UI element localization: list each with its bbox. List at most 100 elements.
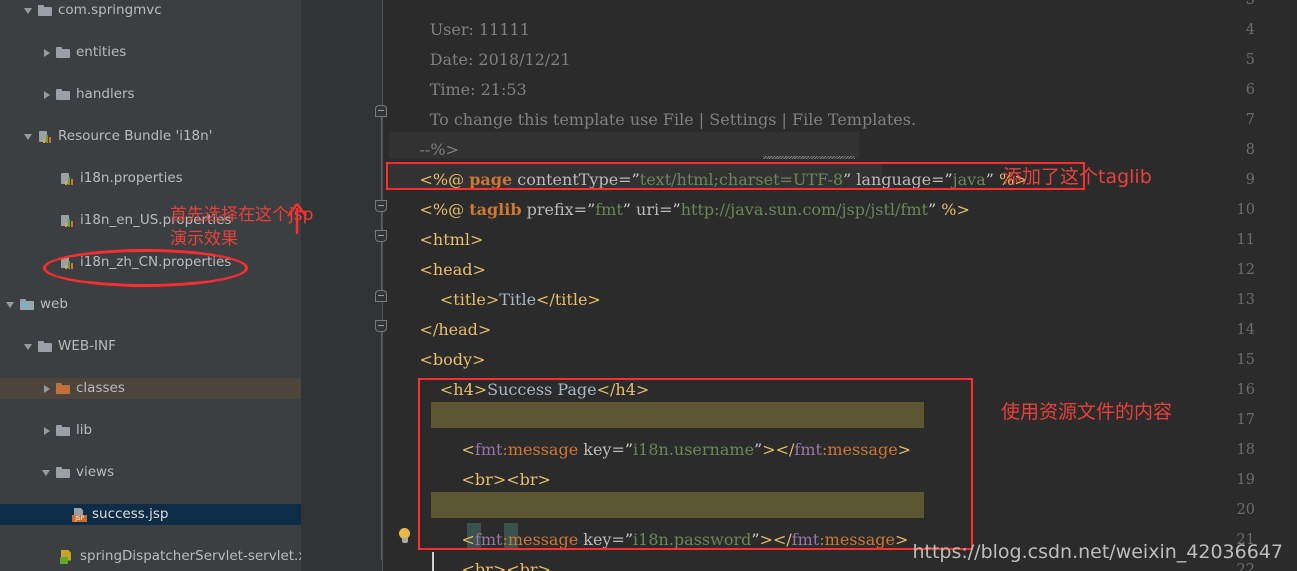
tree-item-label: classes bbox=[76, 380, 125, 396]
folder-icon bbox=[56, 424, 71, 438]
code-editor-pane[interactable]: 3 4 5 6 7 8 9 10 11 12 13 14 15 16 17 18… bbox=[301, 0, 1297, 571]
gutter-separator bbox=[382, 0, 383, 571]
code-token-quote: ” bbox=[751, 530, 760, 549]
code-token-h4-close: </h4> bbox=[596, 380, 650, 399]
tree-item-web[interactable]: web bbox=[0, 294, 301, 315]
chevron-down-icon[interactable] bbox=[24, 131, 35, 142]
code-token-key-value: i18n.password bbox=[633, 530, 752, 549]
line-number: 19 bbox=[1236, 472, 1255, 488]
folder-icon bbox=[56, 466, 71, 480]
chevron-right-icon[interactable] bbox=[42, 47, 53, 58]
tree-item-i18n-en-us-properties[interactable]: i18n_en_US.properties bbox=[0, 210, 301, 231]
line-number: 5 bbox=[1245, 52, 1255, 68]
project-tool-window[interactable]: com.springmvc entities handlers Resource… bbox=[0, 0, 301, 571]
line-number: 16 bbox=[1236, 382, 1255, 398]
fold-guide bbox=[381, 112, 382, 210]
resource-bundle-icon bbox=[38, 130, 53, 144]
chevron-down-icon[interactable] bbox=[6, 299, 17, 310]
line-number: 20 bbox=[1236, 502, 1255, 518]
code-token-quote: ” bbox=[754, 440, 763, 459]
code-line-13[interactable]: </head> bbox=[389, 285, 492, 339]
tree-item-i18n-zh-cn-properties[interactable]: i18n_zh_CN.properties bbox=[0, 252, 301, 273]
line-number: 11 bbox=[1236, 232, 1255, 248]
properties-file-icon bbox=[60, 214, 75, 228]
tree-item-success-jsp[interactable]: JSP success.jsp bbox=[0, 504, 301, 525]
line-number: 13 bbox=[1236, 292, 1255, 308]
code-token-gt: ></ bbox=[759, 530, 792, 549]
tree-item-entities[interactable]: entities bbox=[0, 42, 301, 63]
tree-item-spring-dispatcher-xml[interactable]: springDispatcherServlet-servlet.xml bbox=[0, 546, 301, 567]
ide-window: com.springmvc entities handlers Resource… bbox=[0, 0, 1297, 571]
code-token-quote: ” bbox=[624, 530, 634, 549]
code-token-element: message bbox=[827, 440, 898, 459]
tree-item-lib[interactable]: lib bbox=[0, 420, 301, 441]
code-line-15[interactable]: <h4>Success Page</h4> bbox=[389, 345, 649, 399]
output-folder-icon bbox=[56, 382, 71, 396]
code-token-quote: ” bbox=[672, 200, 681, 219]
tree-item-i18n-properties[interactable]: i18n.properties bbox=[0, 168, 301, 189]
code-line-3[interactable]: User: 11111 bbox=[389, 0, 530, 39]
fold-marker-head-end[interactable] bbox=[375, 290, 388, 303]
line-number: 4 bbox=[1245, 22, 1255, 38]
chevron-down-icon[interactable] bbox=[42, 467, 53, 478]
code-line-18[interactable]: <br><br> bbox=[431, 435, 551, 489]
code-line-17[interactable]: <fmt:message key=”i18n.username”></fmt:m… bbox=[431, 405, 912, 459]
code-line-5[interactable]: Time: 21:53 bbox=[389, 45, 527, 99]
web-folder-icon bbox=[20, 298, 35, 312]
code-line-14[interactable]: <body> bbox=[389, 315, 486, 369]
line-number: 18 bbox=[1236, 442, 1255, 458]
code-token-attr: uri= bbox=[630, 200, 673, 219]
chevron-right-icon[interactable] bbox=[42, 425, 53, 436]
code-token-comment: To change this template use File | Setti… bbox=[419, 110, 917, 129]
line-number: 9 bbox=[1245, 172, 1255, 188]
code-line-21[interactable]: <br><br> bbox=[431, 525, 551, 571]
code-line-4[interactable]: Date: 2018/12/21 bbox=[389, 15, 571, 69]
editor-gutter[interactable] bbox=[301, 0, 382, 571]
code-token-gt: ></ bbox=[762, 440, 795, 459]
code-line-6[interactable]: To change this template use File | Setti… bbox=[389, 75, 916, 129]
code-line-12[interactable]: <title>Title</title> bbox=[389, 255, 601, 309]
code-line-10[interactable]: <html> bbox=[389, 195, 484, 249]
tree-item-handlers[interactable]: handlers bbox=[0, 84, 301, 105]
line-number: 15 bbox=[1236, 352, 1255, 368]
code-token-key-value: i18n.username bbox=[633, 440, 755, 459]
line-number: 12 bbox=[1236, 262, 1255, 278]
code-token-gt-end: > bbox=[897, 440, 912, 459]
tree-item-label: web bbox=[40, 296, 68, 312]
tree-item-resource-bundle[interactable]: Resource Bundle 'i18n' bbox=[0, 126, 301, 147]
jsp-file-icon: JSP bbox=[72, 508, 87, 522]
code-token-attr: prefix= bbox=[521, 200, 588, 219]
fold-guide bbox=[381, 332, 382, 560]
spring-config-icon bbox=[60, 550, 75, 564]
tree-item-views[interactable]: views bbox=[0, 462, 301, 483]
folder-icon bbox=[38, 4, 53, 18]
code-token-title-close: </title> bbox=[536, 290, 601, 309]
watermark-url: https://blog.csdn.net/weixin_42036647 bbox=[912, 541, 1283, 563]
tree-item-label: i18n.properties bbox=[80, 170, 183, 186]
fold-marker-collapse[interactable] bbox=[375, 105, 388, 118]
code-line-7[interactable]: --%> bbox=[389, 105, 459, 159]
code-token-h4-open: <h4> bbox=[419, 380, 488, 399]
chevron-down-icon[interactable] bbox=[24, 341, 35, 352]
intention-bulb-icon[interactable] bbox=[397, 528, 412, 546]
tree-item-label: views bbox=[76, 464, 115, 480]
properties-file-icon bbox=[60, 172, 75, 186]
tree-item-label: lib bbox=[76, 422, 93, 438]
tree-item-com-springmvc[interactable]: com.springmvc bbox=[0, 0, 301, 21]
code-token-quote: ” bbox=[985, 170, 994, 189]
tree-item-web-inf[interactable]: WEB-INF bbox=[0, 336, 301, 357]
code-line-9[interactable]: <%@ taglib prefix=”fmt” uri=”http://java… bbox=[389, 165, 970, 219]
code-line-8[interactable]: <%@ page contentType=”text/html;charset=… bbox=[389, 135, 1028, 189]
code-token-namespace: fmt bbox=[791, 530, 820, 549]
chevron-right-icon[interactable] bbox=[42, 89, 53, 100]
tree-item-label: i18n_en_US.properties bbox=[80, 212, 232, 228]
code-line-20[interactable]: <fmt:message key=”i18n.password”></fmt:m… bbox=[431, 495, 909, 549]
folder-icon bbox=[56, 46, 71, 60]
tree-item-classes[interactable]: classes bbox=[0, 378, 301, 399]
line-number: 3 bbox=[1245, 0, 1255, 8]
code-token-br: <br> bbox=[506, 560, 551, 571]
chevron-down-icon[interactable] bbox=[24, 5, 35, 16]
code-line-11[interactable]: <head> bbox=[389, 225, 486, 279]
tree-item-label: handlers bbox=[76, 86, 135, 102]
chevron-right-icon[interactable] bbox=[42, 383, 53, 394]
